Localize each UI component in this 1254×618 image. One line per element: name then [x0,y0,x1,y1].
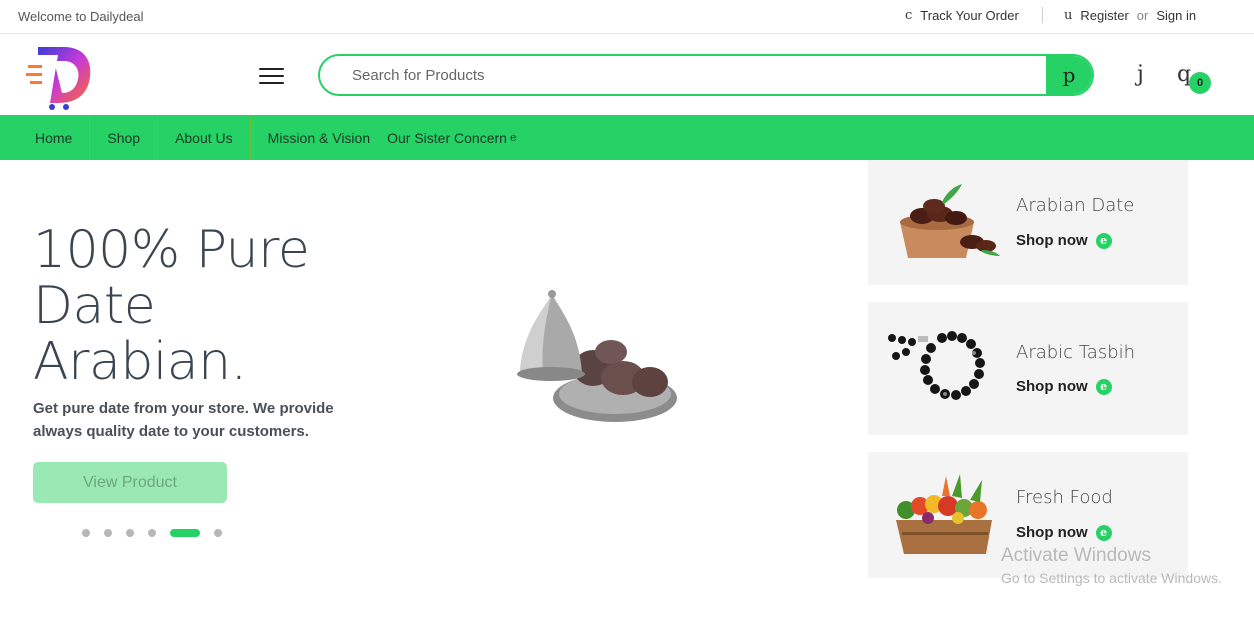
register-link[interactable]: Register [1080,8,1128,23]
nav-item-sister-concern[interactable]: Our Sister Concern e [387,115,533,160]
hero-title-line: 100% Pure [33,220,310,280]
track-order-link[interactable]: c Track Your Order [905,8,1019,23]
category-card-arabian-date[interactable]: Arabian Date Shop now e [868,160,1188,285]
nav-item-label: Our Sister Concern [387,129,507,146]
shop-now-link[interactable]: Shop now e [1016,232,1112,249]
nav-item-label: Shop [107,129,141,146]
card-title: Arabic Tasbih [1016,342,1136,363]
category-card-arabic-tasbih[interactable]: Arabic Tasbih Shop now e [868,302,1188,435]
silver-date-bowl-image [517,290,677,422]
shop-now-link[interactable]: Shop now e [1016,524,1112,541]
or-text: or [1136,8,1149,23]
main-nav: Home Shop About Us Mission & Vision Our … [0,115,1254,160]
nav-item-label: Mission & Vision [267,129,371,146]
divider [1042,7,1043,23]
arrow-right-icon: e [1095,232,1112,249]
search-bar: p [318,54,1094,96]
track-order-label: Track Your Order [920,8,1019,23]
hero-title-line: Date [33,276,156,336]
tasbih-beads-image [888,331,985,400]
hamburger-line [259,68,284,70]
nav-item-label: Home [35,129,73,146]
watermark-title: Activate Windows [1001,545,1151,566]
welcome-text: Welcome to Dailydeal [18,9,144,24]
search-button[interactable]: p [1046,56,1092,94]
nav-item-shop[interactable]: Shop [90,115,159,160]
wishlist-icon[interactable]: j [1137,62,1144,87]
slider-pagination [82,529,222,537]
cart-count-badge: 0 [1189,72,1211,94]
sign-in-link[interactable]: Sign in [1156,8,1196,23]
user-icon: u [1064,8,1073,23]
dates-bowl-image [900,184,1000,258]
dailydeal-logo[interactable] [24,41,94,111]
nav-item-home[interactable]: Home [0,115,91,160]
hero-description: Get pure date from your store. We provid… [33,400,334,440]
chevron-down-icon: e [509,131,517,144]
shop-now-link[interactable]: Shop now e [1016,378,1112,395]
view-product-button[interactable]: View Product [33,462,227,503]
search-input[interactable] [320,56,1048,94]
site-header: p j q 0 [0,35,1254,115]
slider-dot[interactable] [214,529,222,537]
slider-dot[interactable] [148,529,156,537]
hero-title: 100% Pure Date Arabian. [33,220,310,392]
slider-dot[interactable] [104,529,112,537]
card-title: Arabian Date [1016,195,1135,216]
top-bar: Welcome to Dailydeal c Track Your Order … [0,0,1254,34]
slider-dot-active[interactable] [170,529,200,537]
hamburger-line [259,82,284,84]
nav-item-mission-vision[interactable]: Mission & Vision [251,115,387,160]
vegetable-crate-image [896,474,992,554]
shop-now-label: Shop now [1016,232,1088,249]
arrow-right-icon: e [1095,524,1112,541]
shop-now-label: Shop now [1016,378,1088,395]
account-links: u Register or Sign in [1064,8,1196,23]
watermark-subtitle: Go to Settings to activate Windows. [1001,570,1222,586]
card-title: Fresh Food [1016,487,1113,508]
arrow-right-icon: e [1095,378,1112,395]
activate-windows-watermark: Activate Windows Go to Settings to activ… [1001,545,1222,586]
nav-item-label: About Us [175,129,233,146]
shop-now-label: Shop now [1016,524,1088,541]
hero-title-line: Arabian. [33,332,247,392]
slider-dot[interactable] [82,529,90,537]
menu-toggle-button[interactable] [259,68,284,84]
search-icon: p [1062,63,1076,87]
slider-dot[interactable] [126,529,134,537]
hamburger-line [259,75,284,77]
truck-icon: c [905,8,913,23]
nav-item-about-us[interactable]: About Us [158,115,251,160]
